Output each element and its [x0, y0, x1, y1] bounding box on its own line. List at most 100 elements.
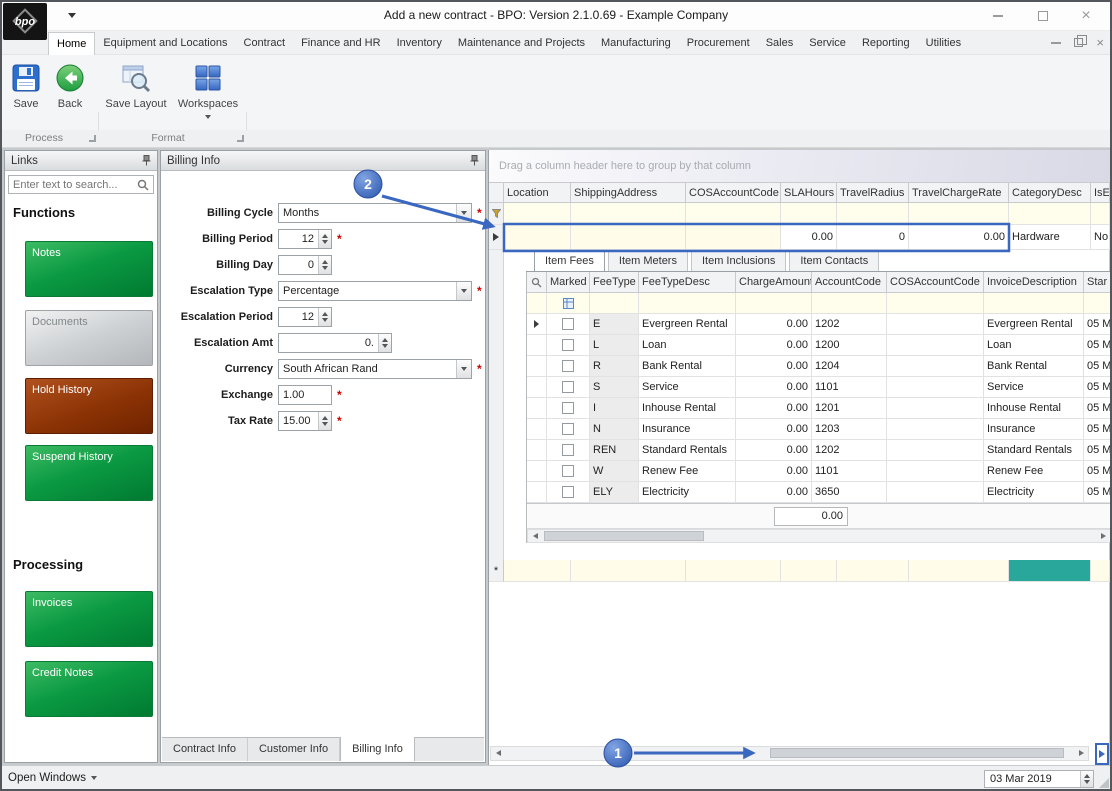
invoicedescription-cell[interactable]: Standard Rentals	[984, 440, 1084, 461]
filter-cell[interactable]	[781, 203, 837, 225]
invoicedescription-cell[interactable]: Renew Fee	[984, 461, 1084, 482]
startdate-cell[interactable]: 05 M	[1084, 440, 1111, 461]
startdate-cell[interactable]: 05 M	[1084, 377, 1111, 398]
cell-slahours[interactable]: 0.00	[781, 225, 837, 250]
chargeamount-cell[interactable]: 0.00	[736, 419, 812, 440]
cosaccountcode-cell[interactable]	[887, 482, 984, 503]
new-row-cell[interactable]	[909, 560, 1009, 582]
escalation-amt-spinner[interactable]: 0.	[278, 333, 392, 353]
chargeamount-cell[interactable]: 0.00	[736, 356, 812, 377]
pin-icon[interactable]	[470, 155, 479, 166]
detail-horizontal-scrollbar[interactable]	[527, 529, 1111, 543]
back-button[interactable]: Back	[48, 57, 92, 127]
column-header-chargeamount[interactable]: ChargeAmount	[736, 272, 812, 293]
billing-period-spinner[interactable]: 12	[278, 229, 332, 249]
marked-checkbox[interactable]	[562, 360, 574, 372]
dropdown-button[interactable]	[456, 360, 471, 378]
invoicedescription-cell[interactable]: Bank Rental	[984, 356, 1084, 377]
ribbon-tab-service[interactable]: Service	[801, 32, 854, 55]
save-layout-button[interactable]: Save Layout	[103, 57, 169, 127]
filter-cell[interactable]	[887, 293, 984, 314]
tab-customer-info[interactable]: Customer Info	[248, 738, 340, 761]
column-header-shippingaddress[interactable]: ShippingAddress	[571, 183, 686, 203]
workspaces-button[interactable]: Workspaces	[172, 57, 244, 127]
escalation-type-combobox[interactable]: Percentage	[278, 281, 472, 301]
filter-cell[interactable]	[1091, 203, 1110, 225]
feetype-cell[interactable]: N	[590, 419, 639, 440]
group-by-bar[interactable]: Drag a column header here to group by th…	[489, 150, 1110, 183]
ribbon-tab-sales[interactable]: Sales	[758, 32, 802, 55]
ribbon-tab-reporting[interactable]: Reporting	[854, 32, 918, 55]
scroll-right-button[interactable]	[1096, 530, 1110, 542]
marked-checkbox[interactable]	[562, 486, 574, 498]
cell-location[interactable]	[504, 225, 571, 250]
cosaccountcode-cell[interactable]	[887, 314, 984, 335]
horizontal-scrollbar-thumb[interactable]	[770, 748, 1064, 758]
filter-cell[interactable]	[590, 293, 639, 314]
feetype-cell[interactable]: L	[590, 335, 639, 356]
accountcode-cell[interactable]: 3650	[812, 482, 887, 503]
column-header-travelchargerate[interactable]: TravelChargeRate	[909, 183, 1009, 203]
invoices-button[interactable]: Invoices	[25, 591, 153, 647]
tab-item-contacts[interactable]: Item Contacts	[789, 251, 879, 271]
dropdown-button[interactable]	[456, 282, 471, 300]
startdate-cell[interactable]: 05 M	[1084, 356, 1111, 377]
filter-cell[interactable]	[639, 293, 736, 314]
marked-cell[interactable]	[547, 440, 590, 461]
new-row-cell[interactable]	[781, 560, 837, 582]
search-icon[interactable]	[136, 178, 150, 192]
feetype-cell[interactable]: E	[590, 314, 639, 335]
filter-cell[interactable]	[686, 203, 781, 225]
scroll-left-button[interactable]	[528, 530, 542, 542]
ribbon-tab-contract[interactable]: Contract	[236, 32, 294, 55]
cell-cosaccountcode[interactable]	[686, 225, 781, 250]
format-dialog-launcher-icon[interactable]	[237, 135, 244, 142]
grid-horizontal-scrollbar[interactable]	[490, 746, 1089, 761]
new-row-cell[interactable]	[504, 560, 571, 582]
column-header-travelradius[interactable]: TravelRadius	[837, 183, 909, 203]
column-header-feetypedesc[interactable]: FeeTypeDesc	[639, 272, 736, 293]
spin-buttons[interactable]	[318, 412, 331, 430]
filter-cell[interactable]	[504, 203, 571, 225]
feetypedesc-cell[interactable]: Electricity	[639, 482, 736, 503]
cosaccountcode-cell[interactable]	[887, 419, 984, 440]
cell-travelchargerate[interactable]: 0.00	[909, 225, 1009, 250]
new-row-cell[interactable]	[1091, 560, 1110, 582]
feetype-cell[interactable]: W	[590, 461, 639, 482]
chargeamount-cell[interactable]: 0.00	[736, 482, 812, 503]
cosaccountcode-cell[interactable]	[887, 335, 984, 356]
scroll-left-button[interactable]	[491, 747, 505, 759]
feetypedesc-cell[interactable]: Standard Rentals	[639, 440, 736, 461]
chargeamount-cell[interactable]: 0.00	[736, 335, 812, 356]
exchange-field[interactable]: 1.00	[278, 385, 332, 405]
detail-search-header[interactable]	[527, 272, 547, 293]
filter-cell[interactable]	[527, 293, 547, 314]
feetypedesc-cell[interactable]: Inhouse Rental	[639, 398, 736, 419]
notes-button[interactable]: Notes	[25, 241, 153, 297]
cell-shippingaddress[interactable]	[571, 225, 686, 250]
new-row-cell[interactable]	[686, 560, 781, 582]
ribbon-tab-maintenance-and-projects[interactable]: Maintenance and Projects	[450, 32, 593, 55]
ribbon-tab-utilities[interactable]: Utilities	[918, 32, 969, 55]
marked-checkbox[interactable]	[562, 423, 574, 435]
ribbon-close-icon[interactable]: ×	[1096, 36, 1104, 49]
tab-item-inclusions[interactable]: Item Inclusions	[691, 251, 786, 271]
marked-cell[interactable]	[547, 356, 590, 377]
app-logo[interactable]: bpo	[3, 3, 47, 40]
column-header-cosaccountcode[interactable]: COSAccountCode	[887, 272, 984, 293]
filter-cell[interactable]	[1009, 203, 1091, 225]
startdate-cell[interactable]: 05 M	[1084, 461, 1111, 482]
feetype-cell[interactable]: S	[590, 377, 639, 398]
ribbon-tab-manufacturing[interactable]: Manufacturing	[593, 32, 679, 55]
filter-cell[interactable]	[736, 293, 812, 314]
accountcode-cell[interactable]: 1203	[812, 419, 887, 440]
new-row-selected-cell[interactable]	[1009, 560, 1091, 582]
fee-row[interactable]: L Loan 0.00 1200 Loan 05 M	[527, 335, 1111, 356]
marked-checkbox[interactable]	[562, 381, 574, 393]
suspend-history-button[interactable]: Suspend History	[25, 445, 153, 501]
cosaccountcode-cell[interactable]	[887, 377, 984, 398]
startdate-cell[interactable]: 05 M	[1084, 398, 1111, 419]
currency-combobox[interactable]: South African Rand	[278, 359, 472, 379]
filter-cell[interactable]	[984, 293, 1084, 314]
ribbon-tab-inventory[interactable]: Inventory	[389, 32, 450, 55]
